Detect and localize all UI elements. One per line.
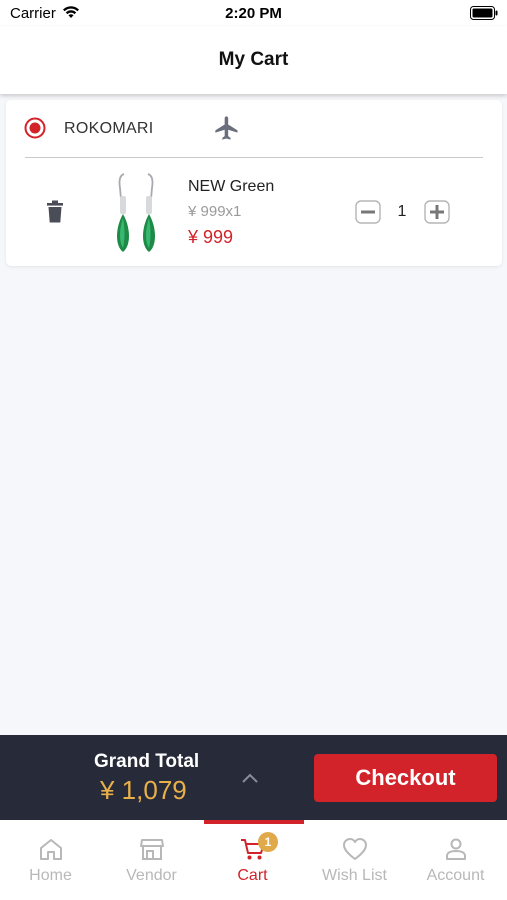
tab-cart[interactable]: 1 Cart <box>202 820 303 900</box>
tab-vendor[interactable]: Vendor <box>101 820 202 900</box>
tab-wish-list[interactable]: Wish List <box>304 820 405 900</box>
chevron-up-icon[interactable] <box>241 772 259 784</box>
grand-total-value: ¥ 1,079 <box>100 775 187 805</box>
tab-label-home: Home <box>29 867 72 884</box>
product-image[interactable] <box>110 170 162 256</box>
unit-price: ¥ 999x1 <box>188 203 242 220</box>
plane-icon <box>215 116 238 140</box>
tab-label-vendor: Vendor <box>126 867 177 884</box>
grand-total-label: Grand Total <box>94 751 200 772</box>
tab-bar: Home Vendor 1 Cart Wish List Account <box>0 820 507 900</box>
tab-label-account: Account <box>426 867 485 884</box>
header: My Cart <box>0 26 507 94</box>
checkout-button[interactable]: Checkout <box>314 754 497 802</box>
tab-label-wish-list: Wish List <box>322 867 387 884</box>
store-icon <box>140 839 164 860</box>
heart-icon <box>343 838 367 860</box>
cart-vendor-card: ROKOMARI NEW Green ¥ 999x1 ¥ 999 1 <box>6 100 502 266</box>
tab-home[interactable]: Home <box>0 820 101 900</box>
item-total-price: ¥ 999 <box>188 227 234 247</box>
vendor-name: ROKOMARI <box>64 120 154 137</box>
minus-icon[interactable] <box>355 200 381 224</box>
trash-icon[interactable] <box>45 200 65 224</box>
plus-icon[interactable] <box>424 200 450 224</box>
tab-account[interactable]: Account <box>405 820 506 900</box>
home-icon <box>40 839 62 860</box>
status-time: 2:20 PM <box>225 5 282 22</box>
cart-count-badge: 1 <box>258 832 278 852</box>
battery-icon <box>470 6 498 20</box>
tab-label-cart: Cart <box>237 867 268 884</box>
product-name[interactable]: NEW Green <box>188 178 274 196</box>
page-title: My Cart <box>218 49 289 70</box>
status-bar: Carrier 2:20 PM <box>0 0 507 26</box>
divider <box>25 157 483 158</box>
radio-selected-icon[interactable] <box>24 117 46 139</box>
account-icon <box>446 838 466 860</box>
summary-bar: Grand Total ¥ 1,079 Checkout <box>0 735 507 820</box>
quantity-value: 1 <box>397 203 407 220</box>
